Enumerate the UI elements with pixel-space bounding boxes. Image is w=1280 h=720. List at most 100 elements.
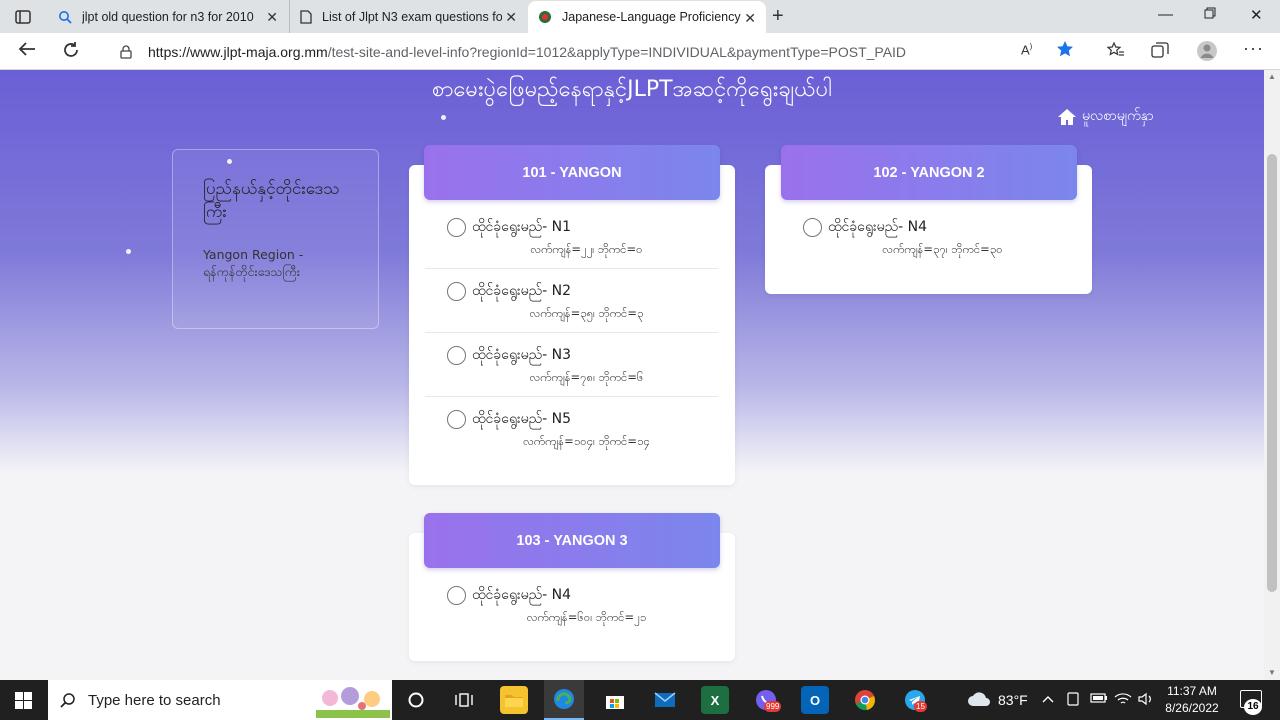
viber-icon[interactable]: 999: [752, 686, 782, 714]
level-label: ထိုင်ခုံရွေးမည်- N4: [472, 587, 572, 603]
device-icon[interactable]: [1066, 692, 1080, 709]
test-center-header-103: 103 - YANGON 3: [424, 513, 720, 568]
notification-count: 16: [1244, 699, 1262, 715]
tab-jlpt-old-question[interactable]: jlpt old question for n3 for 2010 ✕: [48, 0, 288, 33]
tab-list-of-jlpt[interactable]: List of Jlpt N3 exam questions fo ✕: [289, 0, 527, 33]
chevron-up-icon[interactable]: [1042, 692, 1054, 707]
window-close-icon[interactable]: ✕: [1250, 6, 1263, 24]
tab-close-icon[interactable]: ✕: [266, 9, 278, 26]
search-highlight-illustration-icon: [316, 687, 390, 718]
clock-time: 11:37 AM: [1167, 684, 1217, 698]
seat-info: လက်ကျန်=၃၅၊ ဘိုကင်=၃: [529, 306, 644, 320]
level-label: ထိုင်ခုံရွေးမည်- N1: [472, 219, 572, 235]
windows-start-icon[interactable]: [15, 692, 32, 709]
weather-temperature[interactable]: 83°F: [998, 692, 1028, 708]
test-center-card-101: ထိုင်ခုံရွေးမည်- N1 လက်ကျန်=၂၂၊ ဘိုကင်=၀…: [409, 165, 735, 485]
home-link[interactable]: မူလစာမျက်နှာ: [1057, 106, 1154, 127]
scroll-up-icon[interactable]: ▲: [1268, 72, 1276, 81]
wifi-icon[interactable]: [1114, 692, 1132, 709]
level-option-n4[interactable]: ထိုင်ခုံရွေးမည်- N4 လက်ကျန်=၆၀၊ ဘိုကင်=၂…: [425, 573, 718, 637]
back-arrow-icon[interactable]: [18, 41, 36, 62]
search-placeholder: Type here to search: [88, 691, 221, 709]
read-aloud-icon[interactable]: A): [1021, 42, 1032, 57]
seat-info: လက်ကျန်=၁၀၄၊ ဘိုကင်=၁၄: [523, 434, 650, 448]
tab-close-icon[interactable]: ✕: [744, 10, 756, 27]
more-options-icon[interactable]: ···: [1243, 38, 1264, 59]
document-favicon-icon: [300, 9, 312, 24]
profile-avatar-icon[interactable]: [1196, 40, 1218, 66]
decorative-dot: [441, 115, 446, 120]
seat-info: လက်ကျန်=၂၂၊ ဘိုကင်=၀: [530, 242, 643, 256]
tab-close-icon[interactable]: ✕: [505, 9, 517, 26]
radio-button[interactable]: [447, 586, 466, 605]
level-option-n5[interactable]: ထိုင်ခုံရွေးမည်- N5 လက်ကျန်=၁၀၄၊ ဘိုကင်=…: [425, 397, 718, 461]
seat-info: လက်ကျန်=၃၇၊ ဘိုကင်=၃၀: [882, 242, 1003, 256]
tab-actions-icon[interactable]: [6, 4, 40, 30]
cortana-icon[interactable]: [402, 686, 430, 714]
jlpt-favicon-icon: [539, 11, 551, 23]
url-text: https://www.jlpt-maja.org.mm/test-site-a…: [148, 43, 907, 60]
radio-button[interactable]: [447, 282, 466, 301]
viber-badge: 999: [764, 701, 782, 712]
system-clock[interactable]: 11:37 AM 8/26/2022: [1158, 683, 1226, 717]
decorative-dot: [126, 249, 131, 254]
new-tab-icon[interactable]: +: [772, 5, 784, 28]
outlook-icon[interactable]: O: [801, 686, 829, 714]
tab-title: jlpt old question for n3 for 2010: [82, 9, 254, 24]
windows-taskbar: Type here to search X 999 O 15 83°F 11:3…: [0, 680, 1280, 720]
page-content: စာမေးပွဲဖြေမည့်နေရာနှင့်JLPTအဆင့်ကိုရွေး…: [0, 70, 1264, 680]
level-label: ထိုင်ခုံရွေးမည်- N5: [472, 411, 572, 427]
telegram-badge: 15: [914, 701, 927, 712]
level-option-n2[interactable]: ထိုင်ခုံရွေးမည်- N2 လက်ကျန်=၃၅၊ ဘိုကင်=၃: [425, 269, 718, 333]
scrollbar-thumb[interactable]: [1267, 154, 1277, 592]
excel-icon[interactable]: X: [701, 686, 729, 714]
page-scrollbar[interactable]: ▲ ▼: [1264, 70, 1280, 680]
radio-button[interactable]: [803, 218, 822, 237]
home-icon: [1058, 108, 1076, 125]
seat-info: လက်ကျန်=၇၈၊ ဘိုကင်=၆: [529, 370, 644, 384]
scroll-down-icon[interactable]: ▼: [1268, 668, 1276, 677]
restore-icon[interactable]: [1204, 6, 1216, 23]
test-center-header-101: 101 - YANGON: [424, 145, 720, 200]
seat-info: လက်ကျန်=၆၀၊ ဘိုကင်=၂၁: [526, 610, 647, 624]
task-view-icon[interactable]: [450, 686, 478, 714]
search-icon: [60, 693, 75, 708]
telegram-icon[interactable]: 15: [901, 686, 929, 714]
minimize-icon[interactable]: —: [1158, 6, 1173, 23]
radio-button[interactable]: [447, 410, 466, 429]
level-option-n4[interactable]: ထိုင်ခုံရွေးမည်- N4 လက်ကျန်=၃၇၊ ဘိုကင်=၃…: [781, 205, 1074, 269]
tab-japanese-language-proficiency[interactable]: Japanese-Language Proficiency T ✕: [528, 1, 766, 33]
level-label: ထိုင်ခုံရွေးမည်- N4: [828, 219, 928, 235]
favorite-star-icon[interactable]: [1056, 40, 1074, 62]
mail-icon[interactable]: [651, 686, 679, 714]
tab-title: Japanese-Language Proficiency T: [562, 10, 742, 24]
region-heading: ပြည်နယ်နှင့်တိုင်းဒေသကြီး: [203, 179, 340, 222]
collections-icon[interactable]: [1151, 42, 1169, 62]
tab-title: List of Jlpt N3 exam questions fo: [322, 9, 502, 24]
volume-icon[interactable]: [1138, 692, 1154, 709]
level-option-n1[interactable]: ထိုင်ခုံရွေးမည်- N1 လက်ကျန်=၂၂၊ ဘိုကင်=၀: [425, 205, 718, 269]
file-explorer-icon[interactable]: [500, 686, 528, 714]
battery-icon[interactable]: [1090, 692, 1108, 707]
weather-cloud-icon[interactable]: [966, 689, 992, 712]
page-title: စာမေးပွဲဖြေမည့်နေရာနှင့်JLPTအဆင့်ကိုရွေး…: [432, 77, 832, 102]
region-name: Yangon Region - ရန်ကုန်တိုင်းဒေသကြီး: [203, 246, 304, 280]
edge-browser-icon[interactable]: [544, 680, 584, 720]
address-bar[interactable]: https://www.jlpt-maja.org.mm/test-site-a…: [100, 36, 1092, 67]
lock-icon[interactable]: [120, 44, 132, 59]
radio-button[interactable]: [447, 218, 466, 237]
level-label: ထိုင်ခုံရွေးမည်- N3: [472, 347, 572, 363]
microsoft-store-icon[interactable]: [601, 686, 629, 714]
search-favicon-icon: [59, 10, 72, 24]
home-link-label: မူလစာမျက်နှာ: [1082, 108, 1154, 124]
radio-button[interactable]: [447, 346, 466, 365]
region-card[interactable]: ပြည်နယ်နှင့်တိုင်းဒေသကြီး Yangon Region …: [172, 149, 379, 329]
test-center-header-102: 102 - YANGON 2: [781, 145, 1077, 200]
chrome-icon[interactable]: [851, 686, 879, 714]
level-label: ထိုင်ခုံရွေးမည်- N2: [472, 283, 572, 299]
refresh-icon[interactable]: [62, 41, 80, 64]
taskbar-search-box[interactable]: Type here to search: [48, 680, 392, 720]
favorites-icon[interactable]: [1106, 41, 1125, 62]
clock-date: 8/26/2022: [1165, 701, 1219, 715]
level-option-n3[interactable]: ထိုင်ခုံရွေးမည်- N3 လက်ကျန်=၇၈၊ ဘိုကင်=၆: [425, 333, 718, 397]
